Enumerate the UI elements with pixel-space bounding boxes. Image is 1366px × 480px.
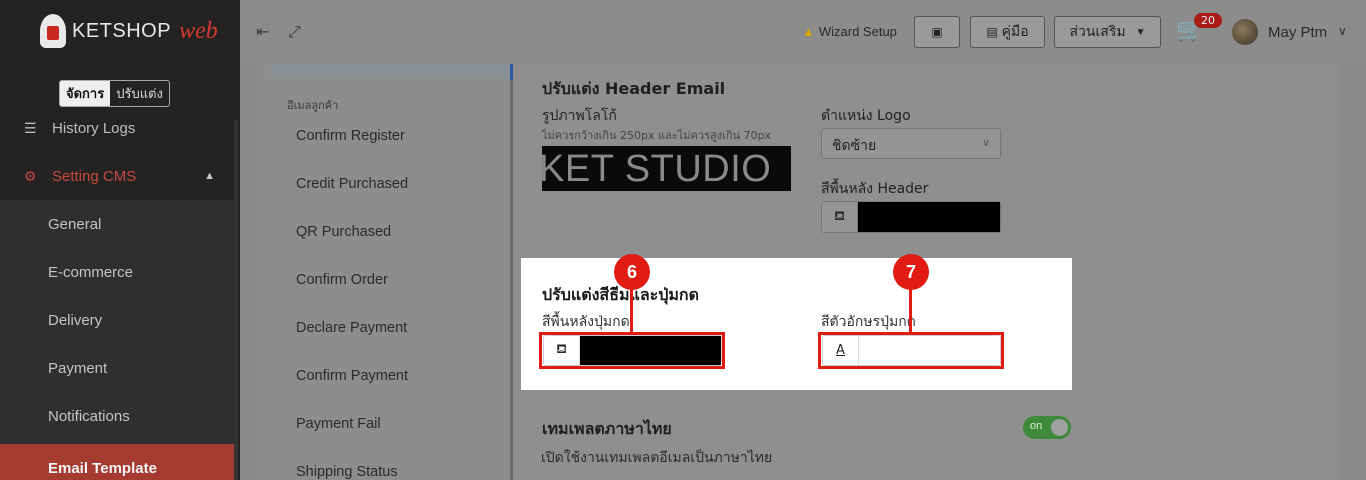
language-button[interactable]: ▣ (914, 16, 960, 48)
list-icon: ☰ (24, 120, 37, 136)
logo-label: รูปภาพโลโก้ (542, 108, 617, 124)
button-colors-title: ปรับแต่งสีธีมและปุ่มกด (542, 285, 699, 304)
manual-button[interactable]: ▤ คู่มือ (970, 16, 1045, 48)
email-item-payment-fail[interactable]: Payment Fail (296, 416, 381, 432)
header-bg-swatch[interactable] (858, 202, 1000, 232)
email-item-confirm-register[interactable]: Confirm Register (296, 128, 405, 144)
cart-count-badge: 20 (1194, 13, 1222, 28)
brand-logo[interactable]: KETSHOP web (40, 14, 218, 48)
wizard-setup-link[interactable]: ▲ Wizard Setup (802, 24, 897, 39)
mode-manage-button[interactable]: จัดการ (60, 81, 111, 106)
sidebar-scrollbar[interactable] (234, 120, 238, 480)
text-color-icon: A (823, 336, 859, 365)
toggle-state-label: on (1030, 420, 1043, 432)
paint-bucket-icon: ⛾ (544, 336, 580, 365)
sidebar-item-email-template[interactable]: Email Template (0, 444, 235, 480)
marker-7-stem (909, 288, 912, 333)
thai-template-toggle[interactable]: on (1023, 416, 1071, 439)
chevron-down-icon: ▼ (1135, 26, 1146, 38)
email-item-confirm-payment[interactable]: Confirm Payment (296, 368, 408, 384)
header-bg-label: สีพื้นหลัง Header (821, 181, 929, 197)
logo-position-select[interactable]: ชิดซ้าย ∨ (821, 128, 1001, 159)
sidebar-item-label: Setting CMS (52, 167, 137, 185)
logo-preview[interactable]: KET STUDIO (542, 146, 791, 191)
book-icon: ▤ (986, 25, 998, 39)
brand-suffix: web (179, 17, 218, 44)
annotation-marker-6: 6 (614, 254, 650, 290)
chevron-up-icon: ▲ (204, 170, 215, 182)
email-section-heading: อีเมลลูกค้า (287, 99, 339, 112)
annotation-marker-7: 7 (893, 254, 929, 290)
email-item-credit-purchased[interactable]: Credit Purchased (296, 176, 408, 192)
thai-template-description: เปิดใช้งานเทมเพลตอีเมลเป็นภาษาไทย (541, 450, 773, 466)
translate-icon: ▣ (931, 25, 943, 39)
ketshop-logo-icon (40, 14, 66, 48)
sidebar-item-delivery[interactable]: Delivery (0, 296, 235, 344)
setting-cms-submenu: General E-commerce Delivery Payment Noti… (0, 200, 235, 480)
collapse-menu-icon[interactable]: ⇤ (256, 24, 269, 40)
marker-6-stem (630, 288, 633, 333)
sidebar: KETSHOP web จัดการ ปรับแต่ง ☰ History Lo… (0, 0, 240, 480)
logo-position-value: ชิดซ้าย (832, 138, 877, 154)
mode-customize-button[interactable]: ปรับแต่ง (110, 81, 169, 106)
button-text-color-field[interactable]: A (822, 335, 1001, 366)
sidebar-item-history-logs[interactable]: ☰ History Logs (0, 104, 235, 152)
chevron-down-icon[interactable]: ∨ (1338, 24, 1347, 38)
button-text-swatch[interactable] (859, 336, 1000, 365)
logo-hint: ไม่ควรกว้างเกิน 250px และไม่ควรสูงเกิน 7… (542, 129, 772, 142)
wizard-setup-label: Wizard Setup (818, 24, 897, 39)
paint-bucket-icon: ⛾ (822, 202, 858, 232)
brand-name: KETSHOP (72, 19, 172, 42)
logo-text: KET STUDIO (542, 148, 772, 190)
header-email-title: ปรับแต่ง Header Email (542, 79, 726, 98)
warning-icon: ▲ (802, 24, 815, 39)
email-item-confirm-order[interactable]: Confirm Order (296, 272, 388, 288)
toggle-knob (1051, 419, 1068, 436)
sidebar-item-ecommerce[interactable]: E-commerce (0, 248, 235, 296)
logo-position-label: ตำแหน่ง Logo (821, 108, 911, 124)
list-item-active[interactable] (271, 64, 510, 78)
chevron-down-icon: ∨ (981, 136, 990, 149)
email-item-qr-purchased[interactable]: QR Purchased (296, 224, 391, 240)
email-item-shipping-status[interactable]: Shipping Status (296, 464, 398, 480)
addons-label: ส่วนเสริม (1069, 23, 1126, 39)
button-bg-swatch[interactable] (580, 336, 721, 365)
fullscreen-icon[interactable]: ⤢ (288, 24, 301, 40)
sidebar-item-notifications[interactable]: Notifications (0, 392, 235, 440)
user-name[interactable]: May Ptm (1268, 24, 1327, 41)
header-bg-color-field[interactable]: ⛾ (821, 201, 1001, 233)
sidebar-item-payment[interactable]: Payment (0, 344, 235, 392)
thai-template-title: เทมเพลตภาษาไทย (542, 419, 672, 438)
addons-dropdown[interactable]: ส่วนเสริม ▼ (1054, 16, 1161, 48)
sidebar-item-general[interactable]: General (0, 200, 235, 248)
sidebar-item-setting-cms[interactable]: ⚙ Setting CMS ▲ (0, 152, 235, 200)
email-item-declare-payment[interactable]: Declare Payment (296, 320, 407, 336)
button-bg-label: สีพื้นหลังปุ่มกด (542, 314, 630, 330)
manual-label: คู่มือ (1001, 23, 1029, 39)
sidebar-item-label: History Logs (52, 119, 136, 137)
avatar[interactable] (1232, 19, 1258, 45)
button-text-color-label: สีตัวอักษรปุ่มกด (821, 314, 916, 330)
button-bg-color-field[interactable]: ⛾ (543, 335, 722, 366)
gear-icon: ⚙ (24, 168, 37, 184)
mode-toggle: จัดการ ปรับแต่ง (59, 80, 170, 107)
